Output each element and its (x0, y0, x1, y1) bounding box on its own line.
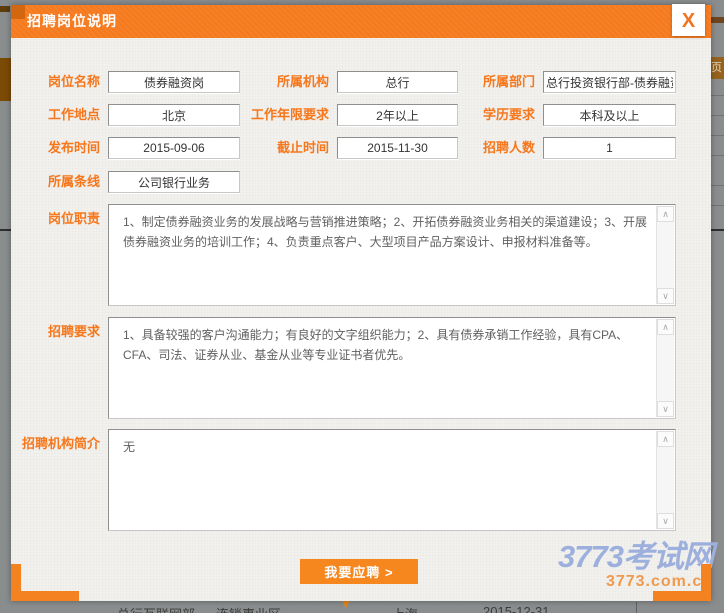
scroll-up-icon[interactable]: ∧ (657, 206, 674, 222)
background-nav-fragment: 页 (711, 57, 724, 79)
organization-input[interactable] (337, 71, 458, 93)
job-duties-textarea[interactable]: 1、制定债券融资业务的发展战略与营销推进策略；2、开拓债券融资业务相关的渠道建设… (108, 204, 676, 306)
background-rule (711, 155, 724, 156)
background-band-topleft (0, 6, 10, 12)
position-name-label: 岗位名称 (16, 71, 100, 93)
publish-date-label: 发布时间 (16, 137, 100, 159)
scroll-up-icon[interactable]: ∧ (657, 319, 674, 335)
education-label: 学历要求 (451, 104, 535, 126)
background-rule (711, 205, 724, 206)
background-rule (711, 95, 724, 96)
background-divider-left (0, 229, 11, 231)
background-band-topright (711, 17, 724, 23)
background-cell-border (636, 602, 637, 613)
background-rule (711, 115, 724, 116)
education-input[interactable] (543, 104, 676, 126)
requirements-textarea[interactable]: 1、具备较强的客户沟通能力；有良好的文字组织能力；2、具有债券承销工作经验，具有… (108, 317, 676, 419)
job-duties-label: 岗位职责 (16, 208, 100, 230)
experience-label: 工作年限要求 (239, 104, 329, 126)
job-duties-text: 1、制定债券融资业务的发展战略与营销推进策略；2、开拓债券融资业务相关的渠道建设… (109, 205, 657, 305)
org-intro-text: 无 (109, 430, 657, 530)
modal-title: 招聘岗位说明 (27, 5, 117, 38)
close-button[interactable]: X (672, 4, 705, 36)
requirements-label: 招聘要求 (16, 321, 100, 343)
corner-bracket-bottom-right (653, 564, 711, 601)
scrollbar[interactable]: ∧ ∨ (656, 431, 674, 529)
corner-bracket-bottom-left (11, 564, 79, 601)
deadline-input[interactable] (337, 137, 458, 159)
work-location-input[interactable] (108, 104, 240, 126)
headcount-label: 招聘人数 (451, 137, 535, 159)
position-name-input[interactable] (108, 71, 240, 93)
deadline-label: 截止时间 (239, 137, 329, 159)
business-line-label: 所属条线 (16, 171, 100, 193)
requirements-text: 1、具备较强的客户沟通能力；有良好的文字组织能力；2、具有债券承销工作经验，具有… (109, 318, 657, 418)
publish-date-input[interactable] (108, 137, 240, 159)
department-input[interactable] (543, 71, 676, 93)
background-cell-city: 上海 (392, 604, 418, 613)
scrollbar[interactable]: ∧ ∨ (656, 206, 674, 304)
screen: 页 总行互联网部 连锁事业区 ▼ 上海 2015-12-31 招聘岗位说明 X … (0, 0, 724, 613)
header-corner-decoration (11, 5, 25, 19)
org-intro-textarea[interactable]: 无 ∧ ∨ (108, 429, 676, 531)
background-band-left (0, 58, 11, 101)
scroll-up-icon[interactable]: ∧ (657, 431, 674, 447)
org-intro-label: 招聘机构简介 (16, 433, 100, 455)
experience-input[interactable] (337, 104, 458, 126)
organization-label: 所属机构 (239, 71, 329, 93)
background-divider-right (711, 229, 724, 231)
background-cell-unit: 连锁事业区 (216, 604, 281, 613)
scrollbar[interactable]: ∧ ∨ (656, 319, 674, 417)
job-detail-modal: 招聘岗位说明 X 岗位名称 所属机构 所属部门 工作地点 工作年限要求 学历要求… (11, 5, 711, 601)
work-location-label: 工作地点 (16, 104, 100, 126)
scroll-down-icon[interactable]: ∨ (657, 401, 674, 417)
scroll-down-icon[interactable]: ∨ (657, 288, 674, 304)
background-rule (711, 185, 724, 186)
background-rule (711, 135, 724, 136)
business-line-input[interactable] (108, 171, 240, 193)
background-cell-dept: 总行互联网部 (117, 604, 195, 613)
department-label: 所属部门 (451, 71, 535, 93)
apply-button[interactable]: 我要应聘 > (300, 559, 418, 584)
headcount-input[interactable] (543, 137, 676, 159)
background-cell-date: 2015-12-31 (483, 604, 550, 613)
modal-header: 招聘岗位说明 (11, 5, 711, 38)
scroll-down-icon[interactable]: ∨ (657, 513, 674, 529)
